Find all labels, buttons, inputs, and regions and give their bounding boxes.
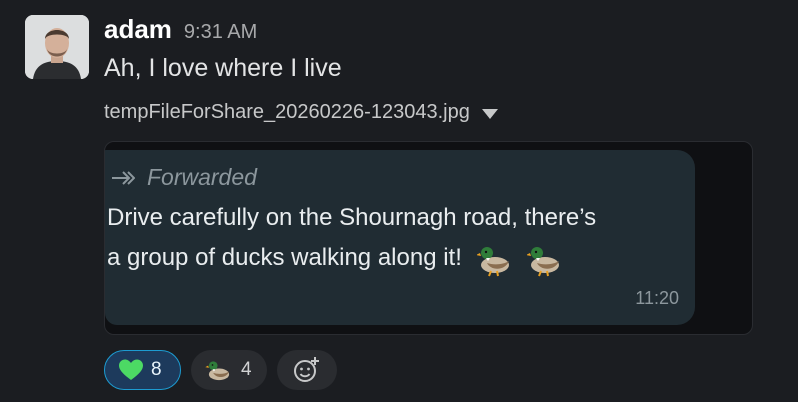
file-header: tempFileForShare_20260226-123043.jpg [104,101,498,124]
reaction-duck[interactable]: 4 [191,350,267,390]
forwarded-text-line-2: a group of ducks walking along it! [107,244,462,271]
message-timestamp[interactable]: 9:31 AM [184,21,257,44]
image-attachment[interactable]: Forwarded Drive carefully on the Shourna… [104,141,753,335]
file-name[interactable]: tempFileForShare_20260226-123043.jpg [104,101,470,124]
duck-icon [527,246,560,277]
reaction-green-heart[interactable]: 8 [104,350,181,390]
message-text: Ah, I love where I live [104,54,342,82]
duck-icon [476,246,509,277]
forwarded-row: Forwarded [111,164,257,191]
avatar[interactable] [25,15,89,79]
green-heart-icon [119,359,143,380]
message: adam 9:31 AM Ah, I love where I live tem… [0,0,798,402]
profile-photo-icon [25,15,89,79]
forwarded-text-line-1: Drive carefully on the Shournagh road, t… [107,204,597,231]
author-name[interactable]: adam [104,14,172,45]
add-reaction-icon [294,357,319,382]
add-reaction-button[interactable] [277,350,337,390]
duck-icon [205,361,230,381]
forwarded-label: Forwarded [147,164,257,190]
chevron-down-icon[interactable] [481,108,498,119]
reaction-count: 8 [151,359,162,380]
forwarded-timestamp: 11:20 [635,288,679,308]
reactions-bar: 8 4 [104,350,337,390]
forward-arrow-icon [112,170,135,185]
reaction-count: 4 [241,359,252,380]
forwarded-text: Drive carefully on the Shournagh road, t… [107,198,677,278]
forwarded-message-bubble: Forwarded Drive carefully on the Shourna… [105,150,695,325]
message-header: adam 9:31 AM [104,14,257,46]
